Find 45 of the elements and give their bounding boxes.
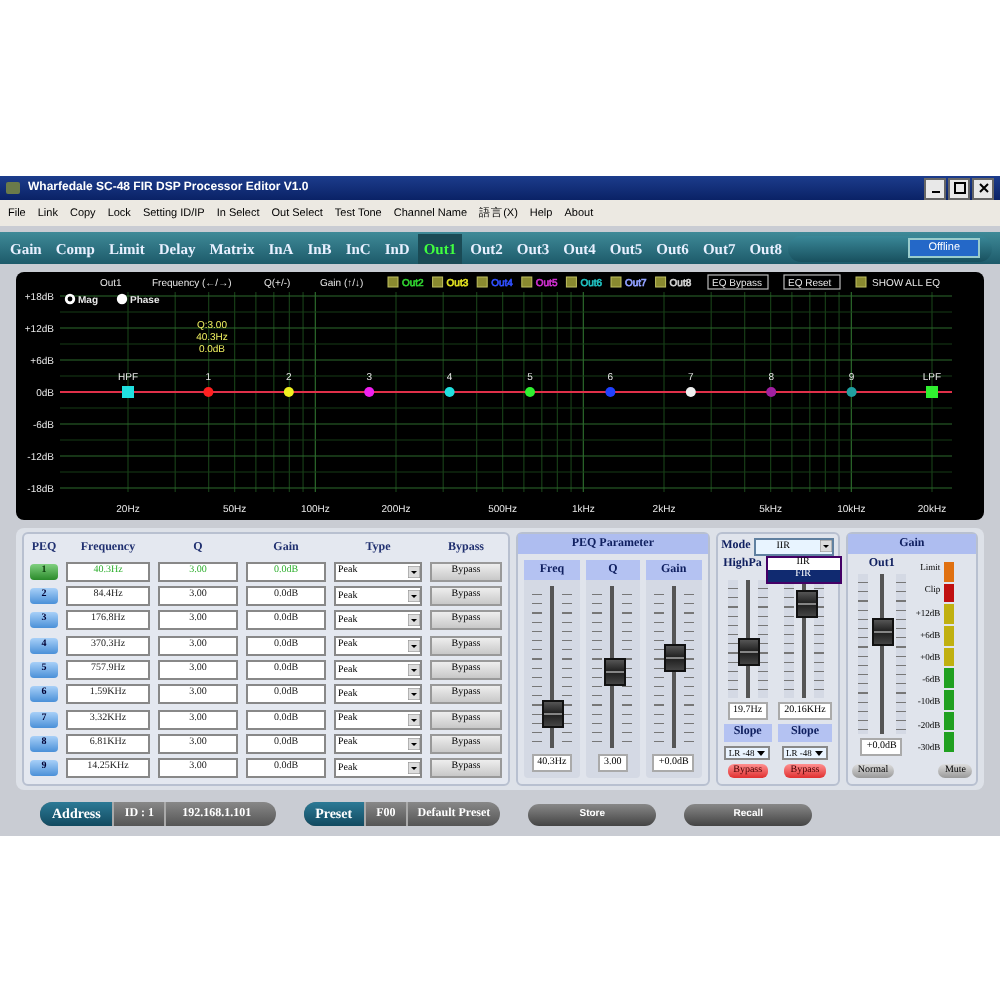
app-icon xyxy=(6,182,20,195)
overlay-checkbox[interactable] xyxy=(655,276,667,288)
band-handle[interactable] xyxy=(846,387,857,398)
dropdown-arrow-icon xyxy=(408,762,420,775)
overlay-checkbox[interactable] xyxy=(476,276,488,288)
slider-thumb[interactable] xyxy=(738,637,761,666)
dropdown-arrow-icon xyxy=(813,747,824,758)
band-handle[interactable] xyxy=(203,387,214,398)
close-icon xyxy=(977,182,989,195)
slider-thumb[interactable] xyxy=(664,644,687,673)
dropdown-arrow-icon xyxy=(408,688,420,701)
dropdown-arrow-icon xyxy=(408,614,420,627)
dropdown-arrow-icon xyxy=(408,713,420,726)
dropdown-arrow-icon xyxy=(408,565,420,578)
dropdown-arrow-icon xyxy=(408,590,420,603)
band-handle[interactable] xyxy=(525,387,535,398)
overlay-checkbox[interactable] xyxy=(610,276,622,288)
minimize-button[interactable] xyxy=(924,177,946,200)
band-handle[interactable] xyxy=(364,387,375,398)
maximize-button[interactable] xyxy=(948,177,970,200)
view-radio[interactable] xyxy=(64,294,76,305)
band-handle[interactable] xyxy=(283,387,294,398)
slider-thumb[interactable] xyxy=(795,590,818,619)
maximize-icon xyxy=(953,182,965,195)
dropdown-arrow-icon xyxy=(756,747,767,758)
close-button[interactable] xyxy=(972,177,994,200)
overlay-checkbox[interactable] xyxy=(432,276,444,288)
band-handle[interactable] xyxy=(685,387,696,398)
slider-thumb[interactable] xyxy=(542,699,565,728)
show-all-checkbox[interactable] xyxy=(855,276,867,288)
overlay-checkbox[interactable] xyxy=(521,276,533,288)
band-handle[interactable] xyxy=(444,387,455,398)
dropdown-arrow-icon xyxy=(819,540,832,553)
dropdown-arrow-icon xyxy=(408,664,420,677)
filter-handle[interactable] xyxy=(926,386,938,399)
band-handle[interactable] xyxy=(766,387,777,398)
slider-thumb[interactable] xyxy=(603,658,626,687)
filter-handle[interactable] xyxy=(122,386,134,399)
dropdown-arrow-icon xyxy=(408,639,420,652)
overlay-checkbox[interactable] xyxy=(387,276,399,288)
overlay-checkbox[interactable] xyxy=(565,276,577,288)
band-handle[interactable] xyxy=(605,387,616,398)
dropdown-arrow-icon xyxy=(408,737,420,750)
view-radio[interactable] xyxy=(116,294,128,305)
slider-thumb[interactable] xyxy=(872,617,895,646)
